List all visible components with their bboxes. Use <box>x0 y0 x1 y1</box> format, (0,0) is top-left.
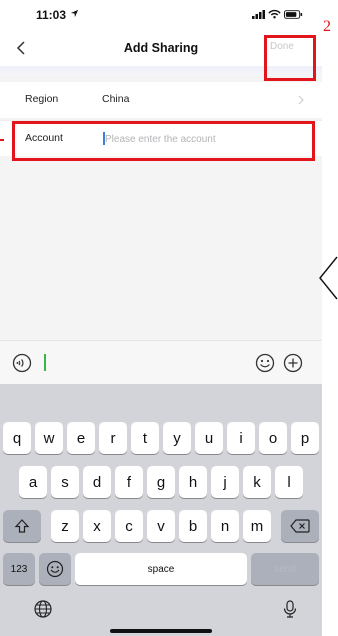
annotation-mark <box>0 139 4 147</box>
key-p[interactable]: p <box>291 422 319 454</box>
key-m[interactable]: m <box>243 510 271 542</box>
key-l[interactable]: l <box>275 466 303 498</box>
nav-divider <box>0 66 322 76</box>
key-f[interactable]: f <box>115 466 143 498</box>
key-i[interactable]: i <box>227 422 255 454</box>
shift-key[interactable] <box>3 510 41 542</box>
done-button[interactable]: Done <box>270 41 294 52</box>
space-key[interactable]: space <box>75 553 247 585</box>
emoji-keyboard-icon <box>46 560 64 578</box>
key-o[interactable]: o <box>259 422 287 454</box>
key-w[interactable]: w <box>35 422 63 454</box>
key-s[interactable]: s <box>51 466 79 498</box>
emoji-keyboard-key[interactable] <box>39 553 71 585</box>
key-v[interactable]: v <box>147 510 175 542</box>
key-q[interactable]: q <box>3 422 31 454</box>
status-bar: 11:03 <box>0 0 322 30</box>
region-label: Region <box>25 93 59 105</box>
location-arrow-icon <box>70 9 79 18</box>
region-row[interactable]: Region China <box>0 82 322 118</box>
key-r[interactable]: r <box>99 422 127 454</box>
delete-key[interactable] <box>281 510 319 542</box>
key-y[interactable]: y <box>163 422 191 454</box>
key-e[interactable]: e <box>67 422 95 454</box>
keyboard: q w e r t y u i o p a s d f g h j k l z … <box>0 384 322 636</box>
chevron-left-icon <box>319 256 338 300</box>
phone-screen: 11:03 Add Sharing Done Region China Acco… <box>0 0 322 636</box>
keyboard-toolbar <box>0 340 322 384</box>
microphone-icon[interactable] <box>280 599 300 619</box>
account-label: Account <box>25 132 63 144</box>
voice-icon[interactable] <box>12 353 32 373</box>
signal-icon <box>252 10 265 19</box>
chevron-right-icon <box>298 95 304 105</box>
key-h[interactable]: h <box>179 466 207 498</box>
key-g[interactable]: g <box>147 466 175 498</box>
key-z[interactable]: z <box>51 510 79 542</box>
delete-icon <box>290 519 310 533</box>
input-caret <box>44 354 46 371</box>
key-t[interactable]: t <box>131 422 159 454</box>
account-row[interactable]: Account <box>0 120 322 156</box>
numbers-key[interactable]: 123 <box>3 553 35 585</box>
annotation-number: 2 <box>323 18 331 35</box>
globe-icon[interactable] <box>33 599 53 619</box>
key-x[interactable]: x <box>83 510 111 542</box>
battery-icon <box>284 10 303 19</box>
key-u[interactable]: u <box>195 422 223 454</box>
key-j[interactable]: j <box>211 466 239 498</box>
plus-icon[interactable] <box>283 353 303 373</box>
emoji-icon[interactable] <box>255 353 275 373</box>
key-c[interactable]: c <box>115 510 143 542</box>
key-n[interactable]: n <box>211 510 239 542</box>
region-value: China <box>102 93 130 105</box>
status-time: 11:03 <box>36 8 67 22</box>
shift-icon <box>14 519 30 533</box>
key-a[interactable]: a <box>19 466 47 498</box>
send-key[interactable]: send <box>251 553 319 585</box>
account-input[interactable] <box>105 129 305 149</box>
nav-bar: Add Sharing Done <box>0 30 322 66</box>
home-indicator <box>110 629 212 633</box>
key-k[interactable]: k <box>243 466 271 498</box>
key-b[interactable]: b <box>179 510 207 542</box>
key-d[interactable]: d <box>83 466 111 498</box>
wifi-icon <box>268 9 281 19</box>
